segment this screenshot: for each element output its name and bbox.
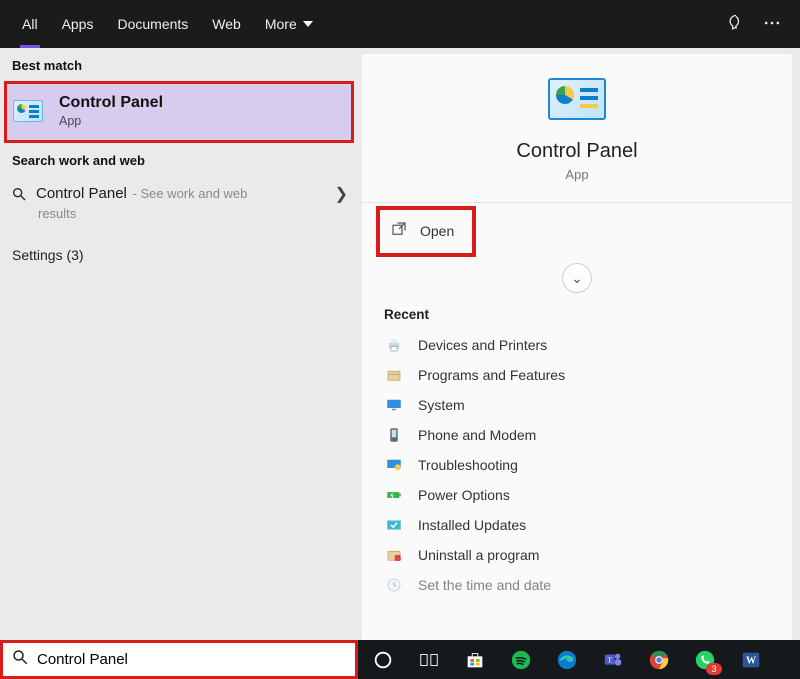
start-search-box[interactable] [0,640,358,679]
whatsapp-icon[interactable] [684,643,726,677]
taskbar: T W [358,640,800,679]
open-icon [390,220,408,243]
recent-set-time-and-date[interactable]: Set the time and date [384,570,770,600]
recent-phone-and-modem[interactable]: Phone and Modem [384,420,770,450]
recent-system[interactable]: System [384,390,770,420]
battery-icon [384,486,404,504]
results-list: Best match Control Panel App Search work… [0,48,358,640]
phone-icon [384,426,404,444]
uninstall-icon [384,546,404,564]
feedback-icon[interactable] [726,13,746,36]
cortana-icon[interactable] [362,643,404,677]
control-panel-icon [13,100,43,122]
recent-installed-updates[interactable]: Installed Updates [384,510,770,540]
tab-apps[interactable]: Apps [50,0,106,48]
control-panel-icon [548,78,606,120]
settings-group[interactable]: Settings (3) [0,231,358,269]
updates-icon [384,516,404,534]
best-match-subtitle: App [59,114,163,128]
chevron-right-icon: ❯ [335,184,348,204]
printer-icon [384,336,404,354]
preview-subtitle: App [565,167,588,182]
edge-icon[interactable] [546,643,588,677]
preview-title: Control Panel [516,140,637,163]
recent-uninstall-a-program[interactable]: Uninstall a program [384,540,770,570]
search-work-web-heading: Search work and web [0,143,358,176]
tab-more[interactable]: More [253,0,325,48]
svg-text:T: T [608,655,613,664]
wrench-icon [384,456,404,474]
task-view-icon[interactable] [408,643,450,677]
word-icon[interactable]: W [730,643,772,677]
tab-all[interactable]: All [10,0,50,48]
recent-programs-and-features[interactable]: Programs and Features [384,360,770,390]
best-match-result[interactable]: Control Panel App [4,81,354,143]
expand-actions-button[interactable]: ⌄ [562,263,592,293]
preview-pane: Control Panel App Open ⌄ Recent Devices … [362,54,792,640]
svg-text:W: W [746,655,756,666]
chevron-down-icon: ⌄ [571,270,583,287]
tab-web[interactable]: Web [200,0,253,48]
more-options-icon[interactable] [762,13,782,36]
recent-troubleshooting[interactable]: Troubleshooting [384,450,770,480]
search-filter-bar: All Apps Documents Web More [0,0,800,48]
teams-icon[interactable]: T [592,643,634,677]
tab-documents[interactable]: Documents [105,0,200,48]
search-icon [11,648,29,671]
open-action[interactable]: Open [376,206,476,257]
work-web-result-detail: results [0,206,358,231]
best-match-title: Control Panel [59,94,163,112]
search-input[interactable] [37,651,347,668]
recent-heading: Recent [384,307,770,322]
microsoft-store-icon[interactable] [454,643,496,677]
recent-devices-and-printers[interactable]: Devices and Printers [384,330,770,360]
clock-icon [384,576,404,594]
work-web-result[interactable]: Control Panel - See work and web ❯ [0,176,358,208]
search-icon [10,185,28,203]
chrome-icon[interactable] [638,643,680,677]
recent-power-options[interactable]: Power Options [384,480,770,510]
best-match-heading: Best match [0,48,358,81]
chevron-down-icon [303,21,313,27]
spotify-icon[interactable] [500,643,542,677]
box-icon [384,366,404,384]
monitor-icon [384,396,404,414]
